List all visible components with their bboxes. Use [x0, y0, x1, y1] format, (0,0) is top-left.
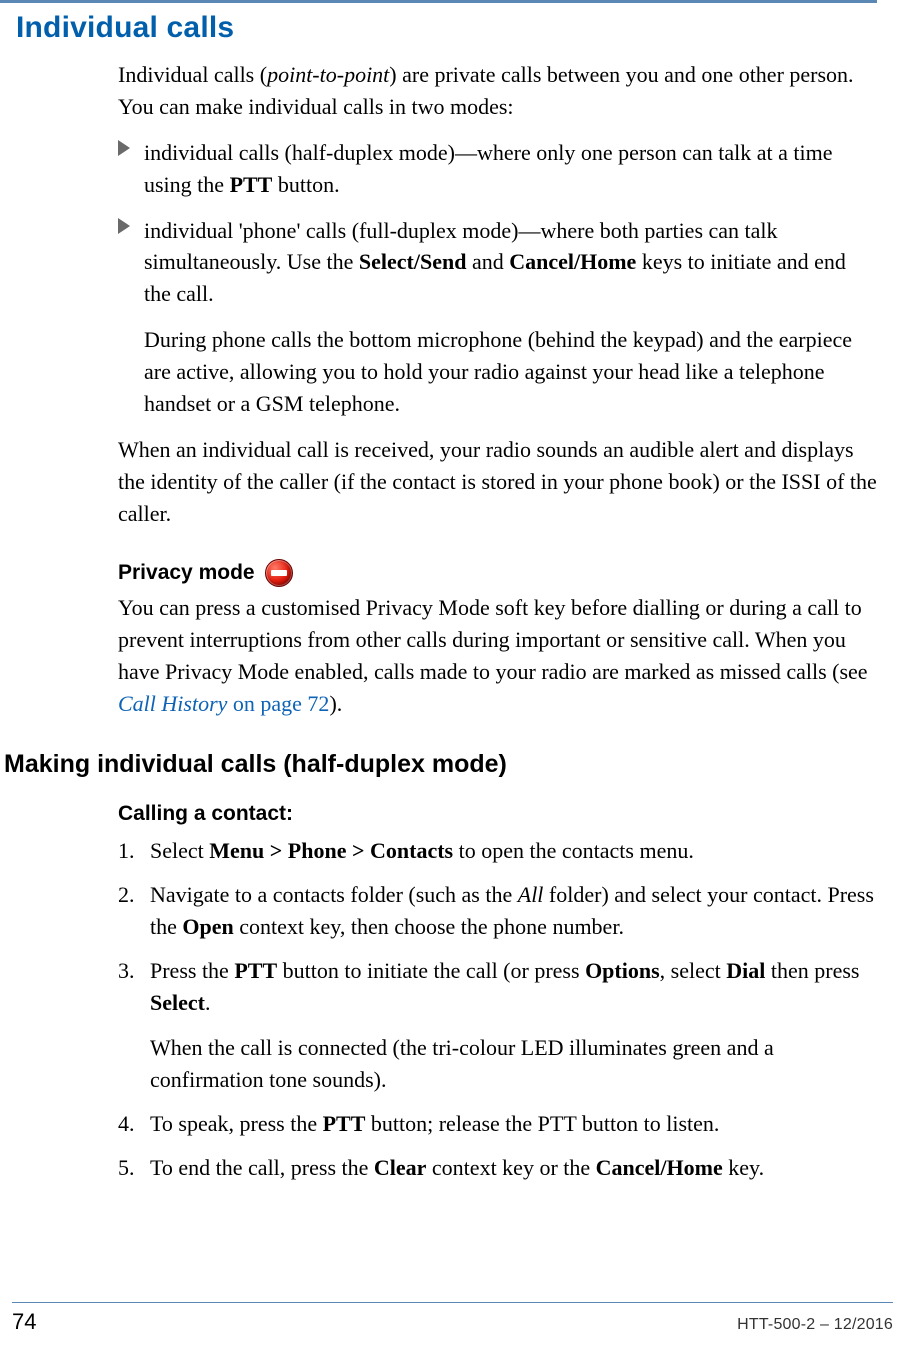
text-bold: Menu > Phone > Contacts	[209, 838, 453, 863]
text: .	[205, 990, 211, 1015]
text: button; release the PTT button to listen…	[365, 1111, 719, 1136]
privacy-heading: Privacy mode	[118, 558, 877, 588]
list-item: individual calls (half-duplex mode)—wher…	[118, 137, 877, 201]
sub-paragraph: During phone calls the bottom microphone…	[144, 324, 877, 420]
page-number: 74	[12, 1309, 36, 1335]
text-bold: PTT	[230, 172, 273, 197]
privacy-paragraph: You can press a customised Privacy Mode …	[118, 592, 877, 720]
text: ).	[329, 691, 342, 716]
bullet-icon	[118, 218, 130, 234]
text-bold: Cancel/Home	[596, 1155, 723, 1180]
footer-rule	[12, 1302, 893, 1303]
text: You can press a customised Privacy Mode …	[118, 595, 868, 684]
text-emphasis: point-to-point	[267, 62, 389, 87]
text: Navigate to a contacts folder (such as t…	[150, 882, 518, 907]
text-bold: Dial	[726, 958, 765, 983]
body: Individual calls (point-to-point) are pr…	[118, 59, 877, 720]
page-title: Individual calls	[16, 11, 877, 45]
intro-paragraph: Individual calls (point-to-point) are pr…	[118, 59, 877, 123]
text-bold: Options	[585, 958, 660, 983]
text-bold: PTT	[234, 958, 277, 983]
list-item: To end the call, press the Clear context…	[118, 1152, 877, 1184]
page-footer: 74 HTT-500-2 – 12/2016	[0, 1302, 917, 1335]
footer-row: 74 HTT-500-2 – 12/2016	[12, 1309, 893, 1335]
text: key.	[723, 1155, 764, 1180]
top-rule	[0, 0, 877, 3]
text: context key, then choose the phone numbe…	[234, 914, 624, 939]
text: and	[466, 249, 509, 274]
text: button.	[272, 172, 339, 197]
mode-list: individual calls (half-duplex mode)—wher…	[118, 137, 877, 420]
list-item: Select Menu > Phone > Contacts to open t…	[118, 835, 877, 867]
text-bold: Cancel/Home	[509, 249, 636, 274]
text-bold: Select/Send	[359, 249, 467, 274]
step-note: When the call is connected (the tri-colo…	[150, 1032, 877, 1096]
doc-id: HTT-500-2 – 12/2016	[737, 1316, 893, 1334]
steps-heading: Calling a contact:	[118, 799, 877, 829]
section-heading: Making individual calls (half-duplex mod…	[4, 750, 877, 779]
text-bold: Clear	[374, 1155, 427, 1180]
text: , select	[660, 958, 727, 983]
text: context key or the	[426, 1155, 595, 1180]
text: then press	[765, 958, 859, 983]
text: Individual calls (	[118, 62, 267, 87]
list-item: individual 'phone' calls (full-duplex mo…	[118, 215, 877, 420]
link-call-history[interactable]: Call History	[118, 691, 227, 716]
text: To end the call, press the	[150, 1155, 374, 1180]
text-emphasis: All	[518, 882, 544, 907]
text: to open the contacts menu.	[453, 838, 694, 863]
heading-text: Privacy mode	[118, 558, 255, 588]
text: Select	[150, 838, 209, 863]
link-call-history-page[interactable]: on page 72	[227, 691, 329, 716]
text-bold: PTT	[323, 1111, 366, 1136]
list-item: To speak, press the PTT button; release …	[118, 1108, 877, 1140]
text: Press the	[150, 958, 234, 983]
text-bold: Select	[150, 990, 205, 1015]
text: To speak, press the	[150, 1111, 323, 1136]
steps-body: Calling a contact: Select Menu > Phone >…	[118, 799, 877, 1184]
text: button to initiate the call (or press	[277, 958, 585, 983]
list-item: Press the PTT button to initiate the cal…	[118, 955, 877, 1097]
list-item: Navigate to a contacts folder (such as t…	[118, 879, 877, 943]
document-page: Individual calls Individual calls (point…	[0, 0, 917, 1345]
text-bold: Open	[182, 914, 233, 939]
bullet-icon	[118, 140, 130, 156]
step-list: Select Menu > Phone > Contacts to open t…	[118, 835, 877, 1184]
do-not-disturb-icon	[265, 559, 293, 587]
paragraph: When an individual call is received, you…	[118, 434, 877, 530]
